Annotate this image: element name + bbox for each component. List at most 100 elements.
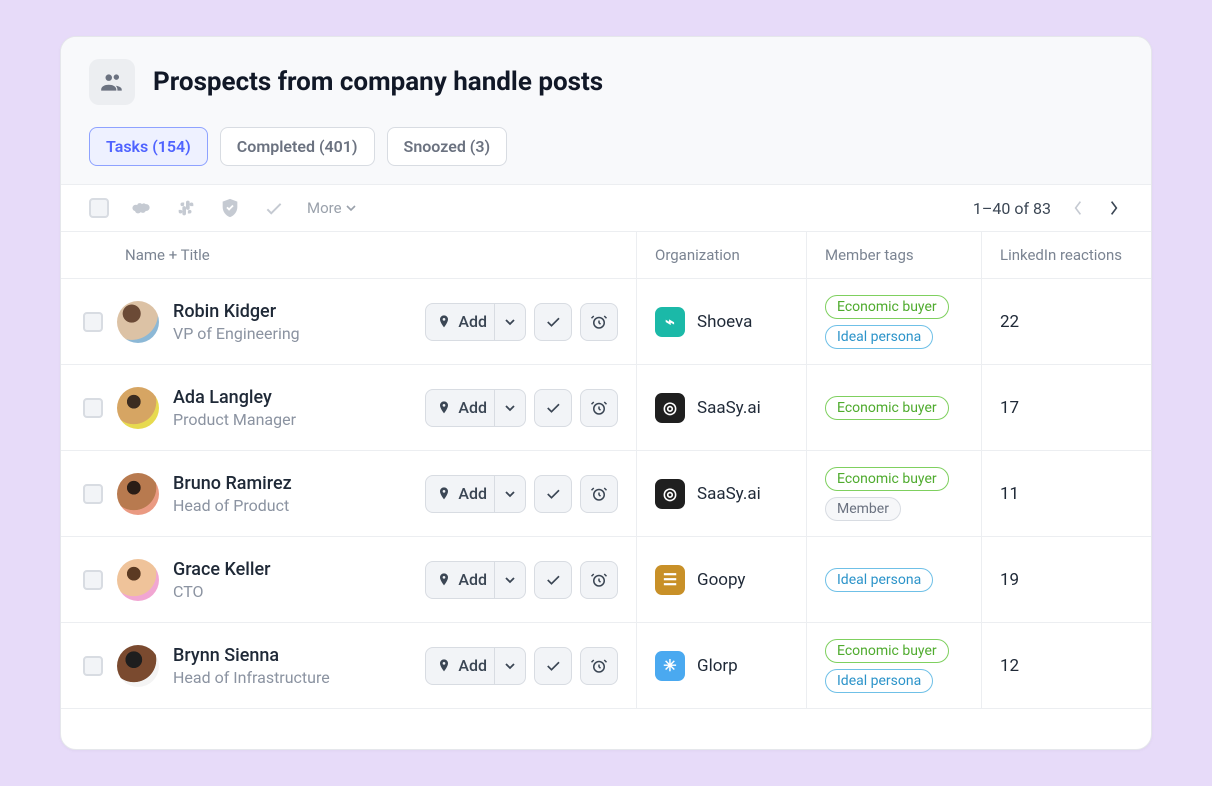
row-checkbox[interactable] — [83, 570, 103, 590]
pagination-text: 1–40 of 83 — [973, 199, 1051, 218]
org-logo: ◎ — [655, 393, 685, 423]
alarm-icon — [590, 313, 608, 331]
org-logo: ◎ — [655, 479, 685, 509]
add-button[interactable]: Add — [425, 647, 502, 685]
toolbar: More 1–40 of 83 — [61, 185, 1151, 232]
more-label: More — [307, 199, 342, 217]
col-name: Name + Title — [61, 232, 636, 278]
col-reactions: LinkedIn reactions — [981, 232, 1151, 278]
pin-icon — [436, 400, 452, 416]
add-button[interactable]: Add — [425, 303, 502, 341]
add-button[interactable]: Add — [425, 389, 502, 427]
person-title: Head of Product — [173, 496, 411, 515]
add-dropdown-button[interactable] — [494, 647, 526, 685]
add-dropdown-button[interactable] — [494, 303, 526, 341]
tags-cell: Ideal persona — [806, 537, 981, 622]
col-org: Organization — [636, 232, 806, 278]
complete-button[interactable] — [534, 475, 572, 513]
tag: Ideal persona — [825, 669, 933, 693]
pin-icon — [436, 572, 452, 588]
person-name: Brynn Sienna — [173, 645, 411, 666]
alarm-icon — [590, 571, 608, 589]
alarm-icon — [590, 657, 608, 675]
complete-button[interactable] — [534, 561, 572, 599]
tag: Economic buyer — [825, 396, 949, 420]
chevron-down-icon — [505, 661, 515, 671]
shield-check-icon[interactable] — [219, 197, 241, 219]
alarm-icon — [590, 485, 608, 503]
tag: Ideal persona — [825, 325, 933, 349]
add-label: Add — [458, 398, 487, 417]
reactions-count: 19 — [1000, 570, 1019, 590]
row-checkbox[interactable] — [83, 398, 103, 418]
check-icon — [544, 571, 562, 589]
salesforce-icon[interactable] — [131, 197, 153, 219]
more-menu[interactable]: More — [307, 199, 356, 217]
tab-1[interactable]: Completed (401) — [220, 127, 375, 166]
row-actions: Add — [425, 389, 618, 427]
org-name: Glorp — [697, 656, 738, 676]
person-name: Robin Kidger — [173, 301, 411, 322]
column-headers: Name + Title Organization Member tags Li… — [61, 232, 1151, 279]
pin-icon — [436, 486, 452, 502]
tag: Economic buyer — [825, 639, 949, 663]
row-actions: Add — [425, 561, 618, 599]
person-title: VP of Engineering — [173, 324, 411, 343]
row-actions: Add — [425, 475, 618, 513]
tag: Economic buyer — [825, 467, 949, 491]
person-name: Bruno Ramirez — [173, 473, 411, 494]
complete-button[interactable] — [534, 647, 572, 685]
snooze-button[interactable] — [580, 303, 618, 341]
snooze-button[interactable] — [580, 561, 618, 599]
prev-page-button[interactable] — [1069, 199, 1087, 217]
complete-button[interactable] — [534, 303, 572, 341]
slack-icon[interactable] — [175, 197, 197, 219]
people-icon — [89, 59, 135, 105]
header: Prospects from company handle posts Task… — [61, 37, 1151, 185]
pin-icon — [436, 314, 452, 330]
avatar — [117, 387, 159, 429]
row-actions: Add — [425, 647, 618, 685]
tags-cell: Economic buyer Member — [806, 451, 981, 536]
chevron-down-icon — [505, 317, 515, 327]
add-dropdown-button[interactable] — [494, 561, 526, 599]
add-button[interactable]: Add — [425, 561, 502, 599]
org-logo: ✳ — [655, 651, 685, 681]
complete-button[interactable] — [534, 389, 572, 427]
check-icon[interactable] — [263, 197, 285, 219]
org-name: Shoeva — [697, 312, 752, 332]
avatar — [117, 473, 159, 515]
row-checkbox[interactable] — [83, 656, 103, 676]
tag: Economic buyer — [825, 295, 949, 319]
check-icon — [544, 485, 562, 503]
tag: Member — [825, 497, 901, 521]
next-page-button[interactable] — [1105, 199, 1123, 217]
person-name: Grace Keller — [173, 559, 411, 580]
person: Brynn Sienna Head of Infrastructure — [173, 645, 411, 687]
add-dropdown-button[interactable] — [494, 475, 526, 513]
person: Bruno Ramirez Head of Product — [173, 473, 411, 515]
table-row: Robin Kidger VP of Engineering Add ⌁ Sho… — [61, 279, 1151, 365]
snooze-button[interactable] — [580, 389, 618, 427]
avatar — [117, 559, 159, 601]
chevron-down-icon — [505, 575, 515, 585]
select-all-checkbox[interactable] — [89, 198, 109, 218]
alarm-icon — [590, 399, 608, 417]
tab-0[interactable]: Tasks (154) — [89, 127, 208, 166]
row-checkbox[interactable] — [83, 312, 103, 332]
snooze-button[interactable] — [580, 475, 618, 513]
org-name: Goopy — [697, 570, 745, 590]
add-button[interactable]: Add — [425, 475, 502, 513]
table-row: Ada Langley Product Manager Add ◎ SaaSy.… — [61, 365, 1151, 451]
row-checkbox[interactable] — [83, 484, 103, 504]
table-body: Robin Kidger VP of Engineering Add ⌁ Sho… — [61, 279, 1151, 709]
tags-cell: Economic buyer Ideal persona — [806, 279, 981, 364]
tab-2[interactable]: Snoozed (3) — [387, 127, 508, 166]
prospects-card: Prospects from company handle posts Task… — [60, 36, 1152, 750]
person: Ada Langley Product Manager — [173, 387, 411, 429]
tags-cell: Economic buyer Ideal persona — [806, 623, 981, 708]
chevron-down-icon — [505, 489, 515, 499]
add-dropdown-button[interactable] — [494, 389, 526, 427]
check-icon — [544, 399, 562, 417]
snooze-button[interactable] — [580, 647, 618, 685]
